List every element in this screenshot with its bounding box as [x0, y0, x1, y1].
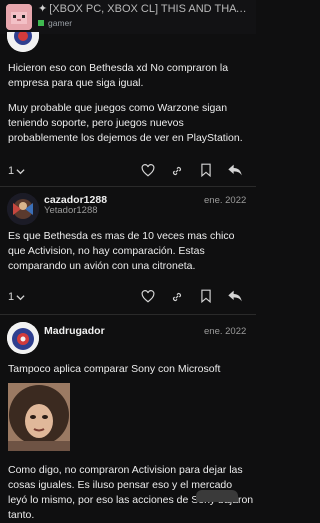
pin-icon: ✦ — [38, 3, 48, 15]
post-date[interactable]: ene. 2022 — [204, 195, 246, 206]
category-label: gamer — [48, 18, 73, 28]
user-title: Yetador1288 — [44, 205, 98, 216]
avatar[interactable] — [7, 32, 39, 52]
heart-icon[interactable] — [141, 290, 155, 303]
reply-count[interactable]: 1 — [8, 165, 14, 177]
post-actions: 1 — [8, 163, 252, 179]
username[interactable]: Madrugador — [44, 325, 105, 337]
post-paragraph: Tampoco aplica comparar Sony con Microso… — [8, 363, 221, 375]
category-badge[interactable]: gamer — [38, 18, 72, 28]
chevron-down-icon[interactable] — [16, 167, 25, 176]
topic-avatar[interactable] — [6, 4, 32, 30]
post-date[interactable]: ene. 2022 — [204, 326, 246, 337]
post-divider — [0, 314, 256, 315]
topic-title[interactable]: ✦ [XBOX PC, XBOX CL] THIS AND THAT ... — [38, 2, 252, 16]
bookmark-icon[interactable] — [200, 289, 212, 303]
reply-count[interactable]: 1 — [8, 291, 14, 303]
scroll-button[interactable] — [196, 490, 238, 502]
post-paragraph: Hicieron eso con Bethesda xd No compraro… — [8, 62, 229, 89]
link-icon[interactable] — [170, 290, 184, 304]
avatar[interactable] — [7, 322, 39, 354]
reply-arrow-icon[interactable] — [227, 289, 243, 303]
post-actions: 1 — [8, 289, 252, 305]
chevron-down-icon[interactable] — [16, 293, 25, 302]
embedded-image[interactable] — [8, 383, 70, 451]
link-icon[interactable] — [170, 164, 184, 178]
post-divider — [0, 186, 256, 187]
bookmark-icon[interactable] — [200, 163, 212, 177]
avatar[interactable] — [7, 193, 39, 225]
heart-icon[interactable] — [141, 164, 155, 177]
post-paragraph: Es que Bethesda es mas de 10 veces mas c… — [8, 230, 235, 272]
reply-arrow-icon[interactable] — [227, 163, 243, 177]
category-color-icon — [38, 20, 44, 26]
post-paragraph: Muy probable que juegos como Warzone sig… — [8, 102, 243, 144]
